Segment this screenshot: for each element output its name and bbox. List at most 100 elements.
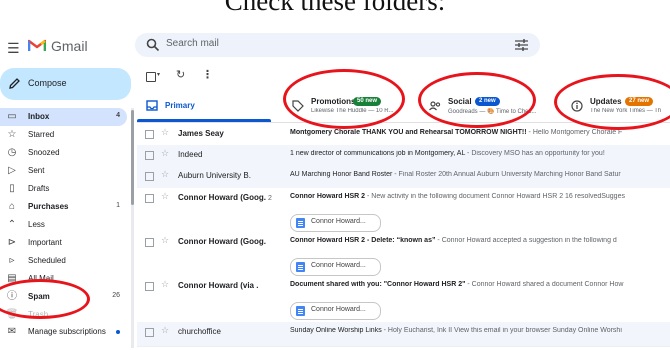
email-subject: AU Marching Honor Band Roster xyxy=(290,171,393,178)
row-checkbox[interactable] xyxy=(145,328,154,337)
trash-icon: 🗑 xyxy=(5,309,19,320)
email-snippet: - Final Roster 20th Annual Auburn Univer… xyxy=(392,171,621,178)
sidebar-item-important[interactable]: ⊳ Important xyxy=(0,234,127,252)
star-icon[interactable]: ☆ xyxy=(161,127,169,138)
google-docs-icon xyxy=(296,306,305,316)
more-options-icon[interactable]: ⋮ xyxy=(202,68,213,81)
row-checkbox[interactable] xyxy=(145,151,154,160)
email-preview: Sunday Online Worship Links - Holy Eucha… xyxy=(290,327,670,334)
sidebar-item-label: All Mail xyxy=(28,274,54,283)
sender-name: Connor Howard (Goog. xyxy=(178,193,266,202)
row-checkbox[interactable] xyxy=(145,282,154,291)
email-row[interactable]: ☆ Indeed 1 new director of communications … xyxy=(137,145,670,167)
email-subject: Document shared with you: "Connor Howard… xyxy=(290,281,466,288)
app-name: Gmail xyxy=(51,38,88,54)
sidebar-item-purchases[interactable]: ⌂ Purchases 1 xyxy=(0,198,127,216)
sidebar-item-sent[interactable]: ▷ Sent xyxy=(0,162,127,180)
tab-promotions[interactable]: Promotions 50 new Likewise The Huddle — 10… xyxy=(283,86,420,124)
search-icon[interactable] xyxy=(146,38,160,52)
sidebar-item-starred[interactable]: ☆ Starred xyxy=(0,126,127,144)
sidebar-item-count: 26 xyxy=(112,292,120,299)
attachment-chip[interactable]: Connor Howard... xyxy=(290,258,381,276)
main-menu-icon[interactable]: ☰ xyxy=(7,40,20,57)
email-snippet: - Discovery MSO has an opportunity for y… xyxy=(465,150,605,157)
tag-icon xyxy=(291,99,305,113)
email-row[interactable]: ☆ James Seay Montgomery Chorale THANK YOU … xyxy=(137,124,670,146)
star-icon[interactable]: ☆ xyxy=(161,191,169,202)
tab-updates[interactable]: Updates 27 new The New York Times — Th xyxy=(562,86,670,124)
sidebar-item-label: Important xyxy=(28,238,62,247)
search-bar[interactable]: Search mail xyxy=(135,33,540,57)
email-row[interactable]: ☆ Connor Howard (via . Document shared wit… xyxy=(137,276,670,323)
tab-preview-text: The New York Times — Th xyxy=(590,108,662,114)
new-count-badge: 2 new xyxy=(475,97,500,106)
select-dropdown-icon[interactable]: ▾ xyxy=(157,71,160,78)
row-checkbox[interactable] xyxy=(145,130,154,139)
star-icon[interactable]: ☆ xyxy=(161,325,169,336)
notification-dot xyxy=(116,330,120,334)
row-checkbox[interactable] xyxy=(145,194,154,203)
sidebar-item-trash[interactable]: 🗑 Trash xyxy=(0,306,127,324)
send-icon: ▷ xyxy=(8,165,16,176)
star-icon[interactable]: ☆ xyxy=(161,235,169,246)
sender-name: churchoffice xyxy=(178,327,221,336)
tab-label: Updates xyxy=(590,97,622,106)
sidebar-item-spam[interactable]: ⓘ Spam 26 xyxy=(0,288,127,306)
compose-button[interactable]: Compose xyxy=(0,68,131,100)
people-icon xyxy=(428,99,442,113)
tab-social[interactable]: Social 2 new Goodreads — 🎨 Time to Chec... xyxy=(420,86,562,124)
star-icon[interactable]: ☆ xyxy=(161,279,169,290)
star-icon[interactable]: ☆ xyxy=(161,169,169,180)
select-all-checkbox[interactable] xyxy=(146,72,156,82)
email-subject: Connor Howard HSR 2 - Delete: “known as” xyxy=(290,237,436,244)
attachment-chip[interactable]: Connor Howard... xyxy=(290,302,381,320)
search-input[interactable]: Search mail xyxy=(166,38,219,49)
chevron-up-icon: ⌃ xyxy=(7,219,17,230)
attachment-name: Connor Howard... xyxy=(311,218,366,225)
sidebar-scroll-thumb[interactable] xyxy=(131,110,134,205)
email-sender: Connor Howard (via . xyxy=(178,281,290,290)
email-preview: Montgomery Chorale THANK YOU and Rehears… xyxy=(290,129,670,136)
google-docs-icon xyxy=(296,262,305,272)
email-snippet: - New activity in the following document… xyxy=(365,193,625,200)
email-row[interactable]: ☆ Auburn University B. AU Marching Honor B… xyxy=(137,166,670,189)
sidebar-item-all-mail[interactable]: ▤ All Mail xyxy=(0,270,127,288)
attachment-name: Connor Howard... xyxy=(311,306,366,313)
search-options-icon[interactable] xyxy=(515,39,528,51)
email-row[interactable]: ☆ Connor Howard (Goog. Connor Howard HSR 2… xyxy=(137,232,670,277)
email-sender: Auburn University B. xyxy=(178,171,290,180)
sidebar-item-manage-subscriptions[interactable]: ✉ Manage subscriptions xyxy=(0,323,127,341)
sidebar-item-label: Starred xyxy=(28,130,55,139)
email-subject: Connor Howard HSR 2 xyxy=(290,193,366,200)
sidebar-item-drafts[interactable]: ▯ Drafts xyxy=(0,180,127,198)
attachment-chip[interactable]: Connor Howard... xyxy=(290,214,381,232)
refresh-icon[interactable]: ↻ xyxy=(176,68,185,81)
email-sender: James Seay xyxy=(178,129,290,138)
gmail-logo-icon xyxy=(28,39,46,51)
clock-icon: ◷ xyxy=(7,147,17,158)
sidebar-item-label: Spam xyxy=(28,292,50,301)
sidebar-item-snoozed[interactable]: ◷ Snoozed xyxy=(0,144,127,162)
email-snippet: - Hello Montgomery Chorale F xyxy=(526,129,623,136)
sidebar-item-count: 4 xyxy=(116,112,120,119)
thread-count: 2 xyxy=(268,195,272,202)
sidebar-item-less[interactable]: ⌃ Less xyxy=(0,216,127,234)
email-row[interactable]: ☆ Connor Howard (Goog. 2 Connor Howard HSR … xyxy=(137,188,670,233)
label-important-icon: ⊳ xyxy=(7,237,17,248)
annotation-caption: Check these folders: xyxy=(224,0,446,16)
row-checkbox[interactable] xyxy=(145,172,154,181)
sender-name: Connor Howard (via . xyxy=(178,281,259,290)
attachment-name: Connor Howard... xyxy=(311,262,366,269)
inbox-icon xyxy=(145,98,159,112)
email-preview: 1 new director of communications job in … xyxy=(290,150,670,157)
sidebar-item-inbox[interactable]: ▭ Inbox 4 xyxy=(0,108,127,126)
email-row[interactable]: ☆ churchoffice Sunday Online Worship Links… xyxy=(137,322,670,347)
new-count-badge: 50 new xyxy=(353,97,382,106)
sidebar-item-scheduled[interactable]: ▹ Scheduled xyxy=(0,252,127,270)
star-icon[interactable]: ☆ xyxy=(161,148,169,159)
schedule-send-icon: ▹ xyxy=(9,255,15,266)
row-checkbox[interactable] xyxy=(145,238,154,247)
info-icon xyxy=(570,99,584,113)
sender-name: James Seay xyxy=(178,129,224,138)
sidebar-item-label: Trash xyxy=(28,310,49,319)
